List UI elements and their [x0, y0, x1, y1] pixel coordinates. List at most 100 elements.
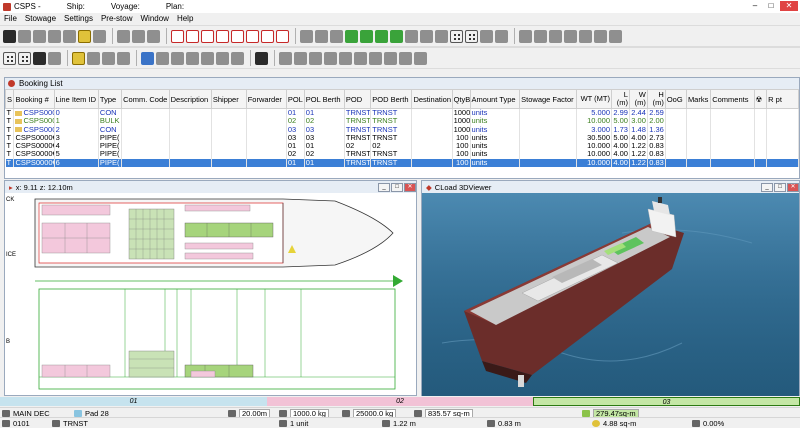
cell-empty[interactable]	[519, 125, 578, 134]
cell-wt[interactable]: 10.000	[576, 142, 613, 151]
cell-pod-berth[interactable]: 02	[370, 142, 413, 151]
menu-help[interactable]: Help	[177, 13, 193, 25]
cell-booking[interactable]: CSPS0000€	[13, 117, 55, 126]
cell-wt[interactable]: 10.000	[576, 158, 613, 168]
cell-w[interactable]: 1.22	[629, 150, 648, 159]
bay-02[interactable]: 02	[267, 397, 533, 406]
stack-icon[interactable]	[345, 29, 358, 43]
col-header[interactable]: POD Berth	[370, 89, 413, 109]
deck-plan-drawing[interactable]: CK ICE B	[5, 193, 416, 396]
cell-amount[interactable]: units	[470, 142, 521, 151]
cell-pod[interactable]: TRNST	[344, 158, 372, 168]
cell-pod-berth[interactable]: TRNST	[370, 125, 413, 134]
undo-icon[interactable]	[117, 29, 130, 43]
cell-l[interactable]: 2.99	[611, 108, 630, 118]
cell-qty[interactable]: 1000	[452, 125, 471, 134]
cell-empty[interactable]	[710, 125, 755, 134]
align-icon[interactable]	[564, 29, 577, 43]
cell-empty[interactable]	[246, 108, 287, 118]
cell-empty[interactable]	[211, 117, 247, 126]
distribute-icon[interactable]	[579, 29, 592, 43]
select-icon[interactable]	[294, 51, 307, 65]
cell-empty[interactable]	[121, 142, 170, 151]
cell-h[interactable]: 2.59	[647, 108, 666, 118]
users-icon[interactable]	[48, 29, 61, 43]
cell-s[interactable]: T	[5, 108, 15, 118]
cell-empty[interactable]	[519, 158, 578, 168]
cell-empty[interactable]	[665, 117, 687, 126]
link-icon[interactable]	[399, 51, 412, 65]
col-header[interactable]: Shipper	[210, 89, 247, 109]
cell-empty[interactable]	[665, 108, 687, 118]
menu-prestow[interactable]: Pre-stow	[101, 13, 133, 25]
minimize-button[interactable]: –	[748, 1, 762, 11]
close-button[interactable]: ✕	[780, 1, 798, 11]
table-row[interactable]: T CSPS0000€ 5 PIPE(02 02 TRNST TRNST 100 units 10…	[5, 150, 799, 159]
cell-pod-berth[interactable]: TRNST	[370, 150, 413, 159]
zoom-out-icon[interactable]	[435, 29, 448, 43]
cell-empty[interactable]	[411, 133, 453, 143]
cell-empty[interactable]	[169, 158, 212, 168]
bay-03[interactable]: 03	[533, 397, 800, 406]
cell-qty[interactable]: 100	[452, 158, 471, 168]
col-header[interactable]: Description	[168, 89, 212, 109]
merge-icon[interactable]	[246, 29, 259, 43]
col-header[interactable]: H (m)	[646, 89, 666, 109]
cell-empty[interactable]	[754, 150, 768, 159]
3d-viewport[interactable]	[422, 193, 799, 396]
cell-line[interactable]: 1	[54, 117, 99, 126]
cell-pol-berth[interactable]: 01	[304, 142, 345, 151]
cell-line[interactable]: 4	[54, 142, 99, 151]
lock-icon[interactable]	[78, 29, 91, 43]
cell-h[interactable]: 2.00	[647, 117, 666, 126]
grid-icon[interactable]	[360, 29, 373, 43]
cell-amount[interactable]: units	[470, 108, 521, 118]
cell-empty[interactable]	[710, 108, 755, 118]
cell-wt[interactable]: 3.000	[576, 125, 613, 134]
cell-empty[interactable]	[121, 125, 170, 134]
cell-s[interactable]: T	[5, 117, 15, 126]
cell-empty[interactable]	[686, 142, 712, 151]
cell-type[interactable]: BULK	[98, 117, 123, 126]
menu-file[interactable]: File	[4, 13, 17, 25]
cell-type[interactable]: PIPE(	[98, 142, 123, 151]
plan-maximize-button[interactable]: □	[391, 182, 403, 192]
cell-empty[interactable]	[169, 150, 212, 159]
table-row[interactable]: T CSPS0000€ 4 PIPE(01 01 02 02 100 units 10.000 4.…	[5, 142, 799, 151]
cell-empty[interactable]	[710, 133, 755, 143]
text-icon[interactable]	[186, 29, 199, 43]
cell-pol[interactable]: 01	[286, 158, 305, 168]
plan-close-button[interactable]: ✕	[404, 182, 416, 192]
rect-icon[interactable]	[231, 29, 244, 43]
cell-qty[interactable]: 1000	[452, 117, 471, 126]
table-view-icon[interactable]	[156, 51, 169, 65]
forklift-icon[interactable]	[519, 29, 532, 43]
cell-empty[interactable]	[754, 158, 768, 168]
cell-empty[interactable]	[754, 108, 768, 118]
cell-type[interactable]: PIPE(	[98, 150, 123, 159]
cell-type[interactable]: CON	[98, 108, 123, 118]
cell-empty[interactable]	[754, 133, 768, 143]
cell-empty[interactable]	[686, 117, 712, 126]
viewer-minimize-button[interactable]: _	[761, 182, 773, 192]
cell-amount[interactable]: units	[470, 117, 521, 126]
cell-booking[interactable]: CSPS0000€	[13, 158, 55, 168]
col-header[interactable]: POL Berth	[303, 89, 345, 109]
snap-icon[interactable]	[594, 29, 607, 43]
cell-pol-berth[interactable]: 01	[304, 108, 345, 118]
cell-empty[interactable]	[710, 150, 755, 159]
cell-s[interactable]: T	[5, 125, 15, 134]
cell-pod[interactable]: TRNST	[344, 117, 372, 126]
cell-pol[interactable]: 02	[286, 150, 305, 159]
cell-empty[interactable]	[211, 142, 247, 151]
pan-icon[interactable]	[405, 29, 418, 43]
cell-empty[interactable]	[519, 150, 578, 159]
cell-qty[interactable]: 100	[452, 133, 471, 143]
cell-empty[interactable]	[121, 158, 170, 168]
container-icon[interactable]	[87, 51, 100, 65]
cell-empty[interactable]	[665, 133, 687, 143]
cell-empty[interactable]	[211, 125, 247, 134]
search-icon[interactable]	[330, 29, 343, 43]
cell-empty[interactable]	[519, 117, 578, 126]
cell-pol[interactable]: 03	[286, 125, 305, 134]
